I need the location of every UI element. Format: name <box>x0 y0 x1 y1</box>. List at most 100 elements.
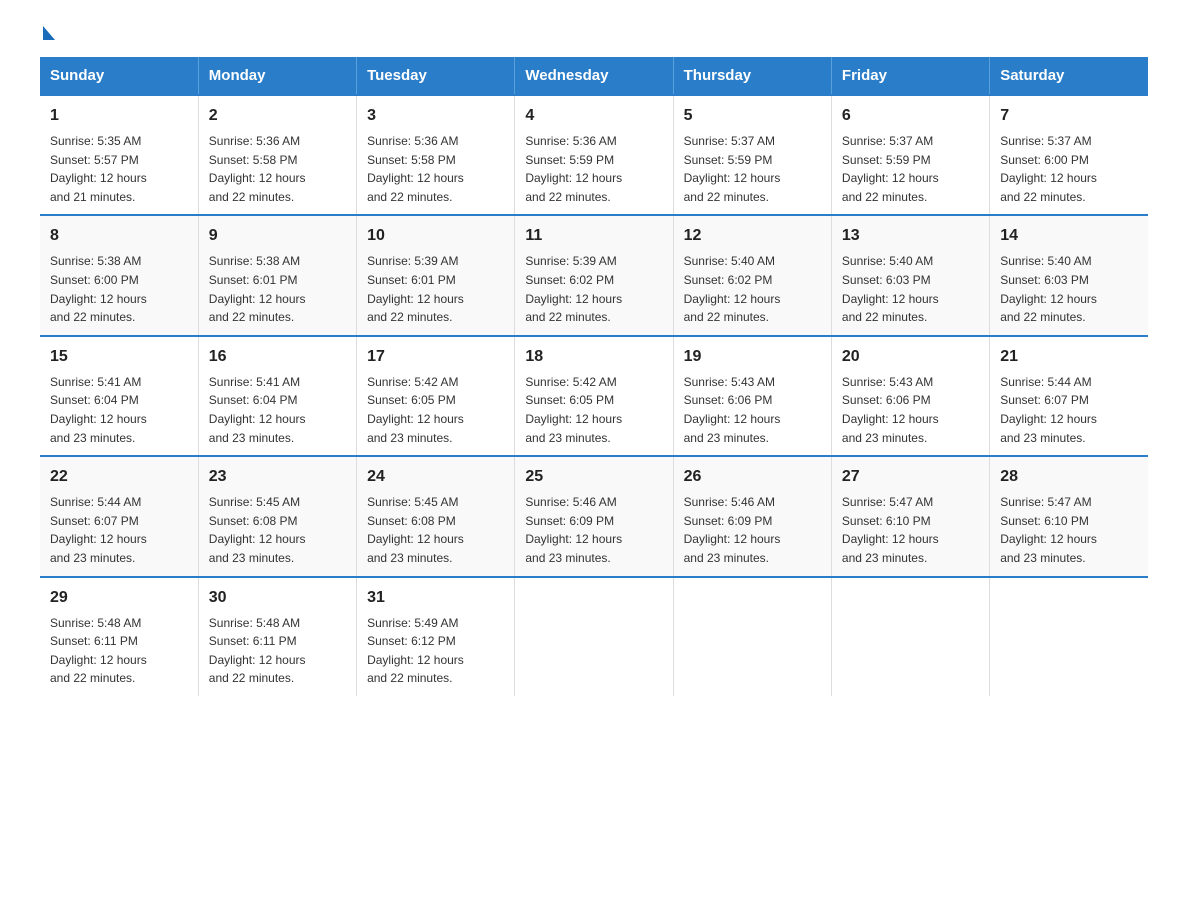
day-info: Sunrise: 5:40 AM Sunset: 6:02 PM Dayligh… <box>684 252 821 326</box>
calendar-week-row: 15 Sunrise: 5:41 AM Sunset: 6:04 PM Dayl… <box>40 336 1148 456</box>
day-number: 10 <box>367 224 504 248</box>
calendar-cell: 15 Sunrise: 5:41 AM Sunset: 6:04 PM Dayl… <box>40 336 198 456</box>
day-number: 27 <box>842 465 979 489</box>
header-thursday: Thursday <box>673 57 831 95</box>
day-number: 21 <box>1000 345 1138 369</box>
day-info: Sunrise: 5:45 AM Sunset: 6:08 PM Dayligh… <box>367 493 504 567</box>
day-number: 15 <box>50 345 188 369</box>
day-number: 3 <box>367 104 504 128</box>
day-number: 29 <box>50 586 188 610</box>
day-info: Sunrise: 5:36 AM Sunset: 5:59 PM Dayligh… <box>525 132 662 206</box>
calendar-cell: 16 Sunrise: 5:41 AM Sunset: 6:04 PM Dayl… <box>198 336 356 456</box>
day-info: Sunrise: 5:43 AM Sunset: 6:06 PM Dayligh… <box>842 373 979 447</box>
day-info: Sunrise: 5:36 AM Sunset: 5:58 PM Dayligh… <box>367 132 504 206</box>
calendar-cell: 3 Sunrise: 5:36 AM Sunset: 5:58 PM Dayli… <box>357 95 515 215</box>
calendar-cell <box>673 577 831 696</box>
day-info: Sunrise: 5:42 AM Sunset: 6:05 PM Dayligh… <box>525 373 662 447</box>
calendar-cell: 1 Sunrise: 5:35 AM Sunset: 5:57 PM Dayli… <box>40 95 198 215</box>
day-info: Sunrise: 5:40 AM Sunset: 6:03 PM Dayligh… <box>1000 252 1138 326</box>
calendar-cell: 2 Sunrise: 5:36 AM Sunset: 5:58 PM Dayli… <box>198 95 356 215</box>
day-number: 4 <box>525 104 662 128</box>
header-monday: Monday <box>198 57 356 95</box>
calendar-cell: 25 Sunrise: 5:46 AM Sunset: 6:09 PM Dayl… <box>515 456 673 576</box>
calendar-week-row: 8 Sunrise: 5:38 AM Sunset: 6:00 PM Dayli… <box>40 215 1148 335</box>
day-info: Sunrise: 5:44 AM Sunset: 6:07 PM Dayligh… <box>1000 373 1138 447</box>
day-info: Sunrise: 5:37 AM Sunset: 6:00 PM Dayligh… <box>1000 132 1138 206</box>
day-info: Sunrise: 5:43 AM Sunset: 6:06 PM Dayligh… <box>684 373 821 447</box>
header-sunday: Sunday <box>40 57 198 95</box>
calendar-cell: 5 Sunrise: 5:37 AM Sunset: 5:59 PM Dayli… <box>673 95 831 215</box>
header-wednesday: Wednesday <box>515 57 673 95</box>
calendar-cell: 6 Sunrise: 5:37 AM Sunset: 5:59 PM Dayli… <box>831 95 989 215</box>
day-info: Sunrise: 5:39 AM Sunset: 6:02 PM Dayligh… <box>525 252 662 326</box>
day-info: Sunrise: 5:38 AM Sunset: 6:01 PM Dayligh… <box>209 252 346 326</box>
day-number: 12 <box>684 224 821 248</box>
day-info: Sunrise: 5:46 AM Sunset: 6:09 PM Dayligh… <box>684 493 821 567</box>
calendar-cell: 14 Sunrise: 5:40 AM Sunset: 6:03 PM Dayl… <box>990 215 1148 335</box>
day-info: Sunrise: 5:44 AM Sunset: 6:07 PM Dayligh… <box>50 493 188 567</box>
logo <box>40 30 55 37</box>
calendar-cell: 12 Sunrise: 5:40 AM Sunset: 6:02 PM Dayl… <box>673 215 831 335</box>
day-info: Sunrise: 5:38 AM Sunset: 6:00 PM Dayligh… <box>50 252 188 326</box>
calendar-cell: 29 Sunrise: 5:48 AM Sunset: 6:11 PM Dayl… <box>40 577 198 696</box>
calendar-cell: 10 Sunrise: 5:39 AM Sunset: 6:01 PM Dayl… <box>357 215 515 335</box>
calendar-header-row: SundayMondayTuesdayWednesdayThursdayFrid… <box>40 57 1148 95</box>
day-number: 23 <box>209 465 346 489</box>
day-number: 20 <box>842 345 979 369</box>
calendar-cell: 13 Sunrise: 5:40 AM Sunset: 6:03 PM Dayl… <box>831 215 989 335</box>
header-friday: Friday <box>831 57 989 95</box>
header-saturday: Saturday <box>990 57 1148 95</box>
calendar-week-row: 29 Sunrise: 5:48 AM Sunset: 6:11 PM Dayl… <box>40 577 1148 696</box>
day-number: 9 <box>209 224 346 248</box>
day-number: 6 <box>842 104 979 128</box>
day-number: 17 <box>367 345 504 369</box>
day-info: Sunrise: 5:36 AM Sunset: 5:58 PM Dayligh… <box>209 132 346 206</box>
calendar-cell: 27 Sunrise: 5:47 AM Sunset: 6:10 PM Dayl… <box>831 456 989 576</box>
day-number: 5 <box>684 104 821 128</box>
calendar-cell: 20 Sunrise: 5:43 AM Sunset: 6:06 PM Dayl… <box>831 336 989 456</box>
day-info: Sunrise: 5:47 AM Sunset: 6:10 PM Dayligh… <box>842 493 979 567</box>
calendar-cell: 28 Sunrise: 5:47 AM Sunset: 6:10 PM Dayl… <box>990 456 1148 576</box>
day-number: 8 <box>50 224 188 248</box>
day-info: Sunrise: 5:48 AM Sunset: 6:11 PM Dayligh… <box>50 614 188 688</box>
day-number: 22 <box>50 465 188 489</box>
day-number: 26 <box>684 465 821 489</box>
day-number: 16 <box>209 345 346 369</box>
calendar-cell: 22 Sunrise: 5:44 AM Sunset: 6:07 PM Dayl… <box>40 456 198 576</box>
day-number: 14 <box>1000 224 1138 248</box>
day-number: 2 <box>209 104 346 128</box>
header-tuesday: Tuesday <box>357 57 515 95</box>
day-info: Sunrise: 5:48 AM Sunset: 6:11 PM Dayligh… <box>209 614 346 688</box>
calendar-cell <box>515 577 673 696</box>
calendar-week-row: 1 Sunrise: 5:35 AM Sunset: 5:57 PM Dayli… <box>40 95 1148 215</box>
day-info: Sunrise: 5:46 AM Sunset: 6:09 PM Dayligh… <box>525 493 662 567</box>
day-info: Sunrise: 5:41 AM Sunset: 6:04 PM Dayligh… <box>50 373 188 447</box>
day-info: Sunrise: 5:45 AM Sunset: 6:08 PM Dayligh… <box>209 493 346 567</box>
day-number: 1 <box>50 104 188 128</box>
calendar-cell: 7 Sunrise: 5:37 AM Sunset: 6:00 PM Dayli… <box>990 95 1148 215</box>
calendar-cell: 21 Sunrise: 5:44 AM Sunset: 6:07 PM Dayl… <box>990 336 1148 456</box>
calendar-cell: 17 Sunrise: 5:42 AM Sunset: 6:05 PM Dayl… <box>357 336 515 456</box>
logo-triangle-icon <box>43 26 55 40</box>
calendar-cell <box>990 577 1148 696</box>
day-number: 28 <box>1000 465 1138 489</box>
day-number: 31 <box>367 586 504 610</box>
calendar-cell: 11 Sunrise: 5:39 AM Sunset: 6:02 PM Dayl… <box>515 215 673 335</box>
calendar-cell: 19 Sunrise: 5:43 AM Sunset: 6:06 PM Dayl… <box>673 336 831 456</box>
day-number: 7 <box>1000 104 1138 128</box>
day-info: Sunrise: 5:41 AM Sunset: 6:04 PM Dayligh… <box>209 373 346 447</box>
day-info: Sunrise: 5:40 AM Sunset: 6:03 PM Dayligh… <box>842 252 979 326</box>
day-info: Sunrise: 5:47 AM Sunset: 6:10 PM Dayligh… <box>1000 493 1138 567</box>
calendar-cell: 26 Sunrise: 5:46 AM Sunset: 6:09 PM Dayl… <box>673 456 831 576</box>
calendar-cell: 24 Sunrise: 5:45 AM Sunset: 6:08 PM Dayl… <box>357 456 515 576</box>
calendar-cell: 30 Sunrise: 5:48 AM Sunset: 6:11 PM Dayl… <box>198 577 356 696</box>
calendar-cell: 31 Sunrise: 5:49 AM Sunset: 6:12 PM Dayl… <box>357 577 515 696</box>
day-info: Sunrise: 5:42 AM Sunset: 6:05 PM Dayligh… <box>367 373 504 447</box>
calendar-cell <box>831 577 989 696</box>
day-number: 11 <box>525 224 662 248</box>
calendar-cell: 23 Sunrise: 5:45 AM Sunset: 6:08 PM Dayl… <box>198 456 356 576</box>
page-header <box>40 30 1148 37</box>
day-info: Sunrise: 5:37 AM Sunset: 5:59 PM Dayligh… <box>842 132 979 206</box>
calendar-week-row: 22 Sunrise: 5:44 AM Sunset: 6:07 PM Dayl… <box>40 456 1148 576</box>
day-number: 24 <box>367 465 504 489</box>
